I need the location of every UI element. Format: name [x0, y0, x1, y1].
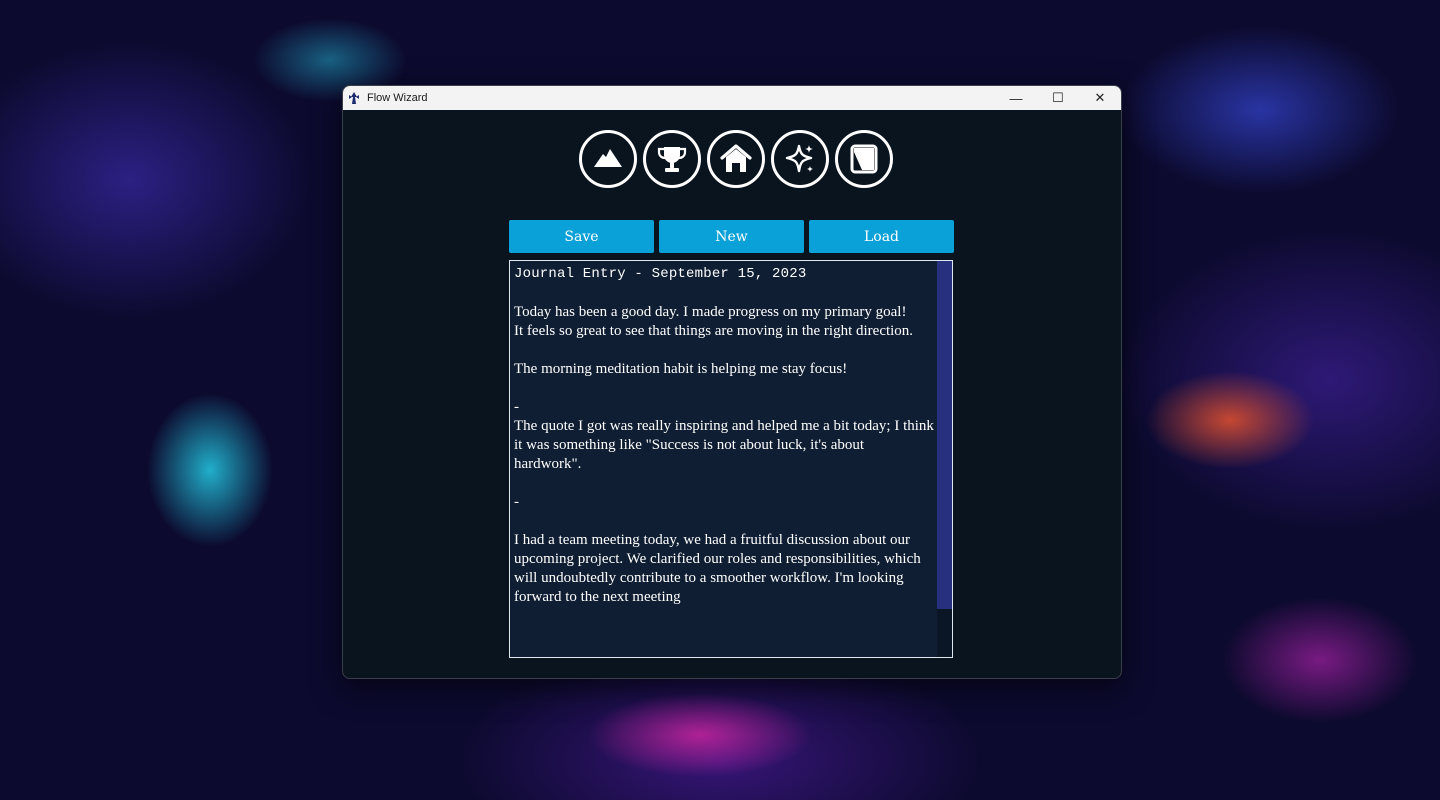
window-controls: — ☐ ✕	[995, 86, 1121, 110]
minimize-icon: —	[1009, 90, 1023, 106]
journal-line: -	[514, 399, 519, 415]
maximize-button[interactable]: ☐	[1037, 86, 1079, 110]
journal-line	[514, 379, 934, 398]
journal-line	[514, 341, 934, 360]
nav-sparkles-button[interactable]	[771, 130, 829, 188]
toolbar: Save New Load	[509, 220, 954, 253]
title-bar[interactable]: Flow Wizard — ☐ ✕	[343, 86, 1121, 110]
mountain-icon	[594, 149, 622, 167]
editor-scrollbar-thumb[interactable]	[937, 261, 952, 609]
nav-home-button[interactable]	[707, 130, 765, 188]
journal-line: The morning meditation habit is helping …	[514, 361, 848, 377]
nav-notebook-button[interactable]	[835, 130, 893, 188]
journal-line: -	[514, 494, 519, 510]
new-button[interactable]: New	[659, 220, 804, 253]
journal-title-line: Journal Entry - September 15, 2023	[514, 266, 807, 282]
journal-line	[514, 474, 934, 493]
close-icon: ✕	[1094, 90, 1106, 105]
home-icon	[720, 144, 752, 172]
app-window: Flow Wizard — ☐ ✕ Save New Load Journal …	[342, 85, 1122, 679]
journal-line: It feels so great to see that things are…	[514, 323, 914, 339]
save-button[interactable]: Save	[509, 220, 654, 253]
close-button[interactable]: ✕	[1079, 86, 1121, 110]
window-title: Flow Wizard	[367, 92, 428, 104]
maximize-icon: ☐	[1052, 90, 1064, 105]
sparkles-icon	[785, 144, 813, 173]
journal-line: The quote I got was really inspiring and…	[514, 418, 934, 472]
editor-scrollbar-track[interactable]	[937, 261, 952, 657]
nav-icon-bar	[579, 130, 893, 188]
minimize-button[interactable]: —	[995, 86, 1037, 110]
nav-mountain-button[interactable]	[579, 130, 637, 188]
journal-line: Today has been a good day. I made progre…	[514, 304, 907, 320]
journal-editor[interactable]: Journal Entry - September 15, 2023 Today…	[509, 260, 953, 658]
journal-line: I had a team meeting today, we had a fru…	[514, 532, 921, 605]
journal-line	[514, 512, 934, 531]
load-button[interactable]: Load	[809, 220, 954, 253]
journal-text[interactable]: Journal Entry - September 15, 2023 Today…	[514, 265, 934, 607]
notebook-icon	[850, 144, 878, 174]
wizard-app-icon	[347, 91, 361, 105]
trophy-icon	[657, 147, 687, 172]
journal-line	[514, 284, 934, 303]
nav-trophy-button[interactable]	[643, 130, 701, 188]
